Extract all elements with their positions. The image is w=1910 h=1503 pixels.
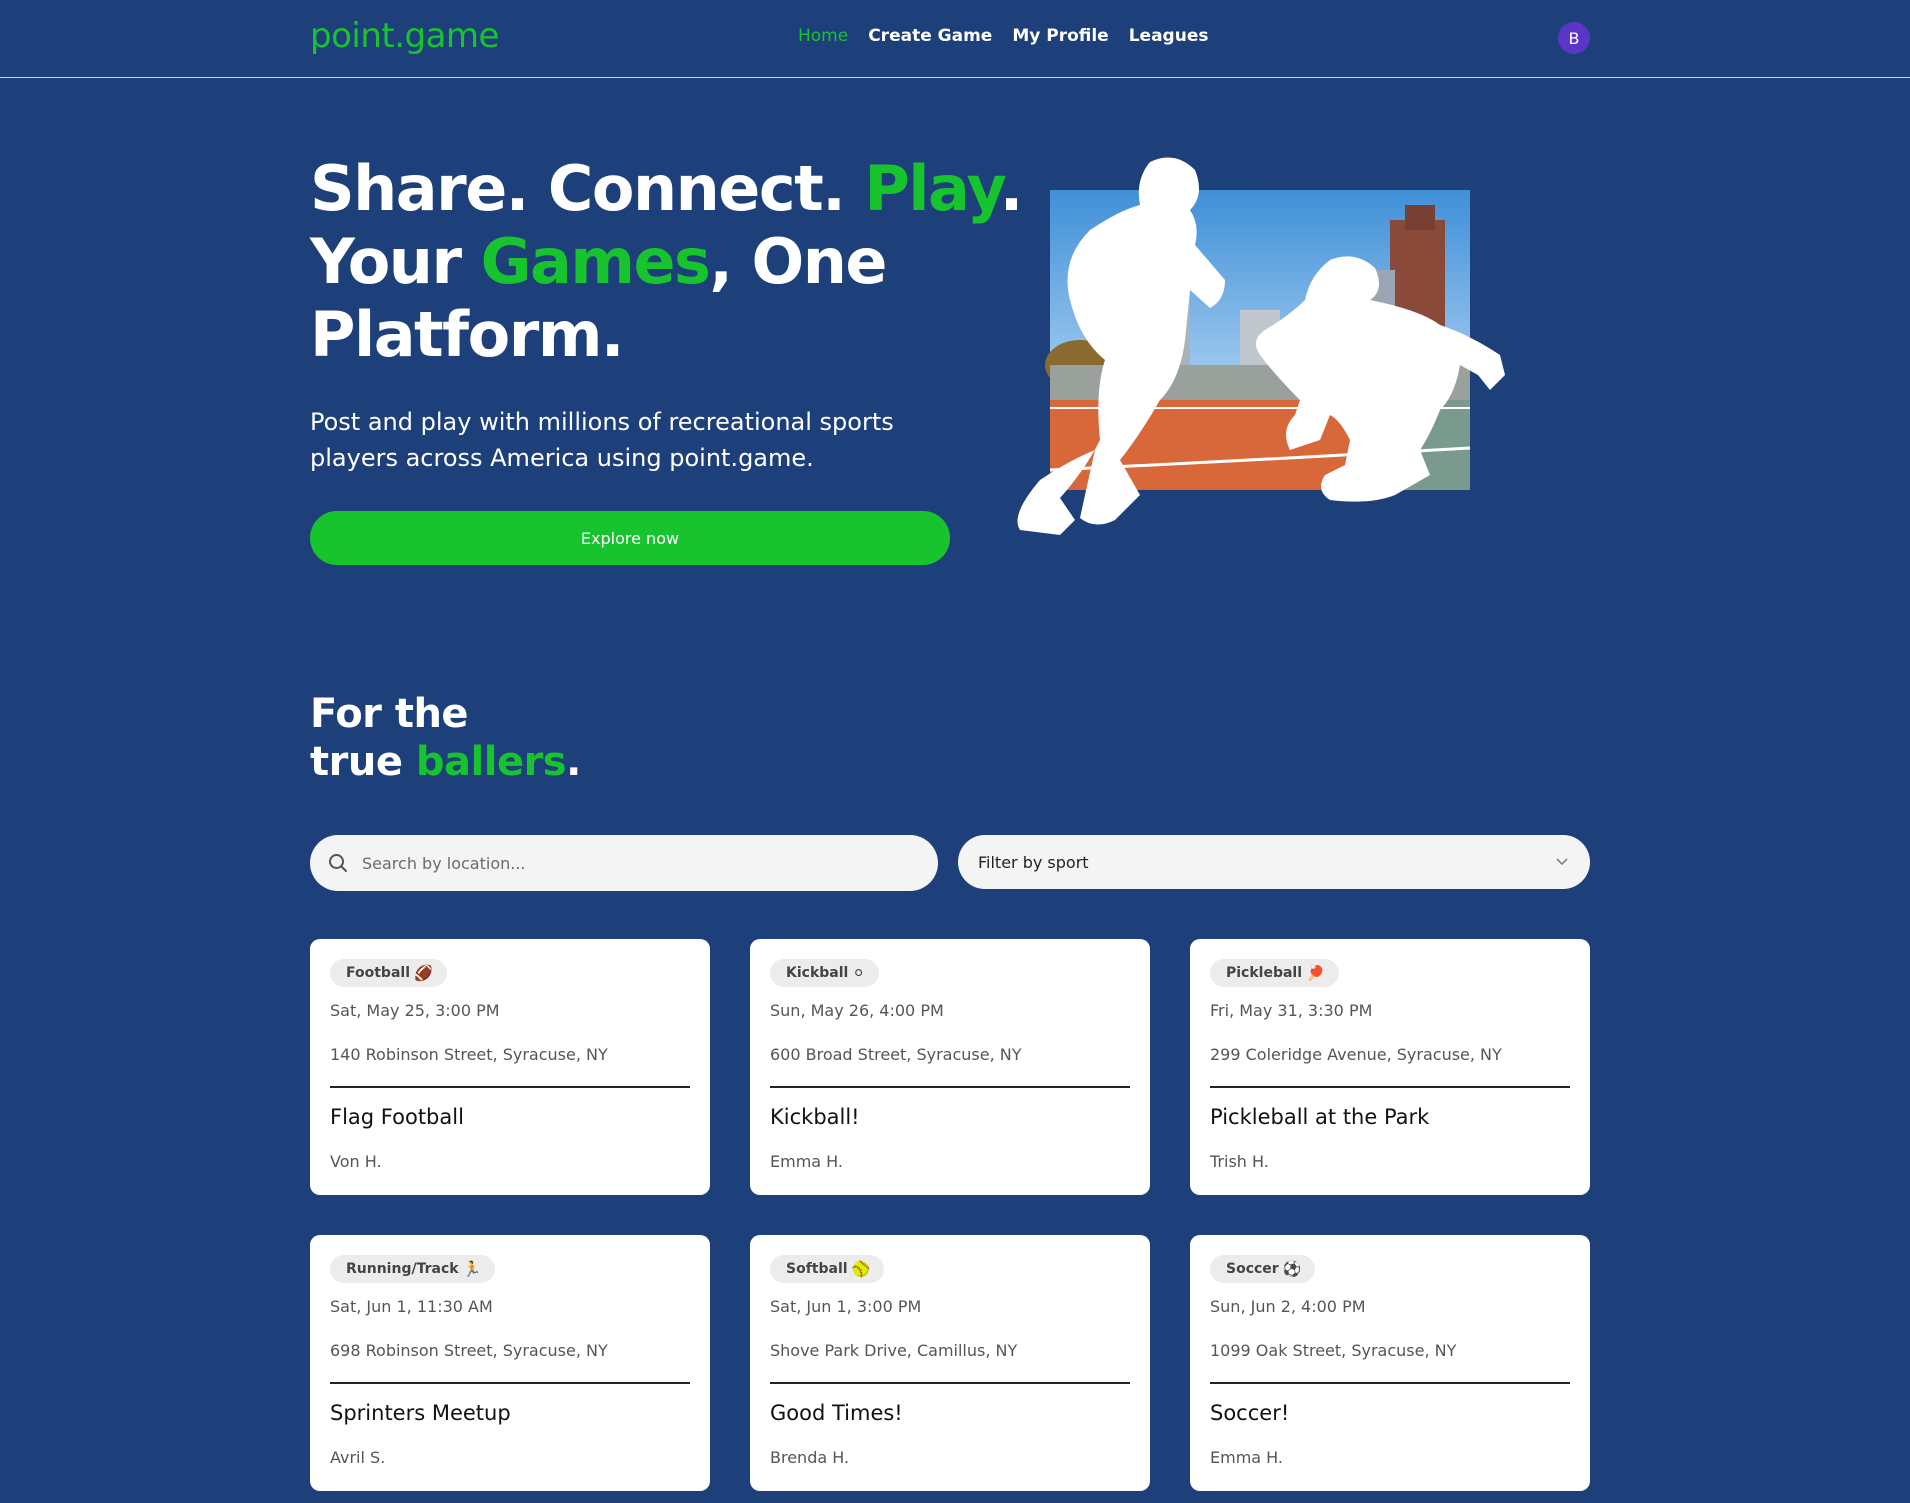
hero-subtitle: Post and play with millions of recreatio… (310, 408, 894, 472)
nav-link-leagues[interactable]: Leagues (1129, 26, 1209, 46)
divider (1210, 1382, 1570, 1384)
game-host: Emma H. (1210, 1448, 1284, 1467)
divider (770, 1086, 1130, 1088)
game-title: Soccer! (1210, 1401, 1290, 1425)
game-date: Sat, Jun 1, 11:30 AM (330, 1297, 493, 1316)
game-address: 1099 Oak Street, Syracuse, NY (1210, 1341, 1457, 1360)
game-title: Flag Football (330, 1105, 464, 1129)
soccer-ball-icon: ⚽ (1282, 1260, 1302, 1278)
divider (1210, 1086, 1570, 1088)
game-address: 698 Robinson Street, Syracuse, NY (330, 1341, 608, 1360)
divider (770, 1382, 1130, 1384)
game-card[interactable]: Pickleball 🏓 Fri, May 31, 3:30 PM 299 Col… (1190, 939, 1590, 1195)
game-address: 600 Broad Street, Syracuse, NY (770, 1045, 1022, 1064)
game-date: Sat, Jun 1, 3:00 PM (770, 1297, 922, 1316)
game-address: 299 Coleridge Avenue, Syracuse, NY (1210, 1045, 1502, 1064)
sport-badge: Football 🏈 (330, 959, 447, 987)
football-icon: 🏈 (414, 964, 433, 982)
search-placeholder: Search by location... (362, 853, 526, 873)
divider (330, 1086, 690, 1088)
game-title: Good Times! (770, 1401, 903, 1425)
game-title: Pickleball at the Park (1210, 1105, 1430, 1129)
game-title: Kickball! (770, 1105, 860, 1129)
game-card[interactable]: Softball 🥎 Sat, Jun 1, 3:00 PM Shove Park… (750, 1235, 1150, 1491)
explore-now-button[interactable]: Explore now (310, 511, 950, 565)
sport-filter-select[interactable]: Filter by sport (958, 835, 1590, 889)
nav-link-home[interactable]: Home (798, 26, 848, 46)
sport-badge: Softball 🥎 (770, 1255, 885, 1283)
kickball-icon: ⚪ (852, 964, 865, 982)
sport-badge: Soccer ⚽ (1210, 1255, 1316, 1283)
section-heading: For the true ballers. (310, 691, 581, 785)
game-host: Von H. (330, 1152, 382, 1171)
nav-link-my-profile[interactable]: My Profile (1012, 26, 1108, 46)
softball-icon: 🥎 (851, 1260, 871, 1278)
game-address: Shove Park Drive, Camillus, NY (770, 1341, 1018, 1360)
hero-headline: Share. Connect. Play. Your Games, One Pl… (310, 152, 1030, 371)
hero-basketball-illustration (1017, 157, 1505, 535)
game-address: 140 Robinson Street, Syracuse, NY (330, 1045, 608, 1064)
divider (330, 1382, 690, 1384)
game-host: Avril S. (330, 1448, 386, 1467)
filter-label: Filter by sport (978, 852, 1089, 872)
brand-logo[interactable]: point.game (310, 16, 499, 56)
hero-line3: Platform. (310, 298, 624, 371)
game-date: Sun, Jun 2, 4:00 PM (1210, 1297, 1366, 1316)
search-icon (329, 854, 347, 872)
game-host: Trish H. (1210, 1152, 1269, 1171)
location-search-input[interactable]: Search by location... (310, 835, 938, 891)
game-card[interactable]: Kickball ⚪ Sun, May 26, 4:00 PM 600 Broad… (750, 939, 1150, 1195)
chevron-down-icon (1556, 858, 1568, 866)
hero-line1: Share. Connect. Play. (310, 152, 1023, 225)
sport-badge: Running/Track 🏃 (330, 1255, 496, 1283)
runner-icon: 🏃 (462, 1260, 482, 1278)
sport-badge: Pickleball 🏓 (1210, 959, 1339, 987)
game-host: Brenda H. (770, 1448, 850, 1467)
hero-line2: Your Games, One (310, 225, 887, 298)
top-navbar: point.game Home Create Game My Profile L… (0, 0, 1910, 78)
game-card[interactable]: Football 🏈 Sat, May 25, 3:00 PM 140 Robin… (310, 939, 710, 1195)
game-date: Fri, May 31, 3:30 PM (1210, 1001, 1373, 1020)
game-title: Sprinters Meetup (330, 1401, 511, 1425)
nav-links: Home Create Game My Profile Leagues (798, 26, 1208, 46)
game-card[interactable]: Soccer ⚽ Sun, Jun 2, 4:00 PM 1099 Oak Str… (1190, 1235, 1590, 1491)
sport-badge: Kickball ⚪ (770, 959, 879, 987)
game-date: Sat, May 25, 3:00 PM (330, 1001, 500, 1020)
game-card[interactable]: Running/Track 🏃 Sat, Jun 1, 11:30 AM 698 … (310, 1235, 710, 1491)
game-host: Emma H. (770, 1152, 844, 1171)
game-date: Sun, May 26, 4:00 PM (770, 1001, 944, 1020)
user-avatar[interactable]: B (1558, 22, 1590, 54)
ping-pong-icon: 🏓 (1306, 964, 1325, 982)
nav-link-create-game[interactable]: Create Game (868, 26, 992, 46)
